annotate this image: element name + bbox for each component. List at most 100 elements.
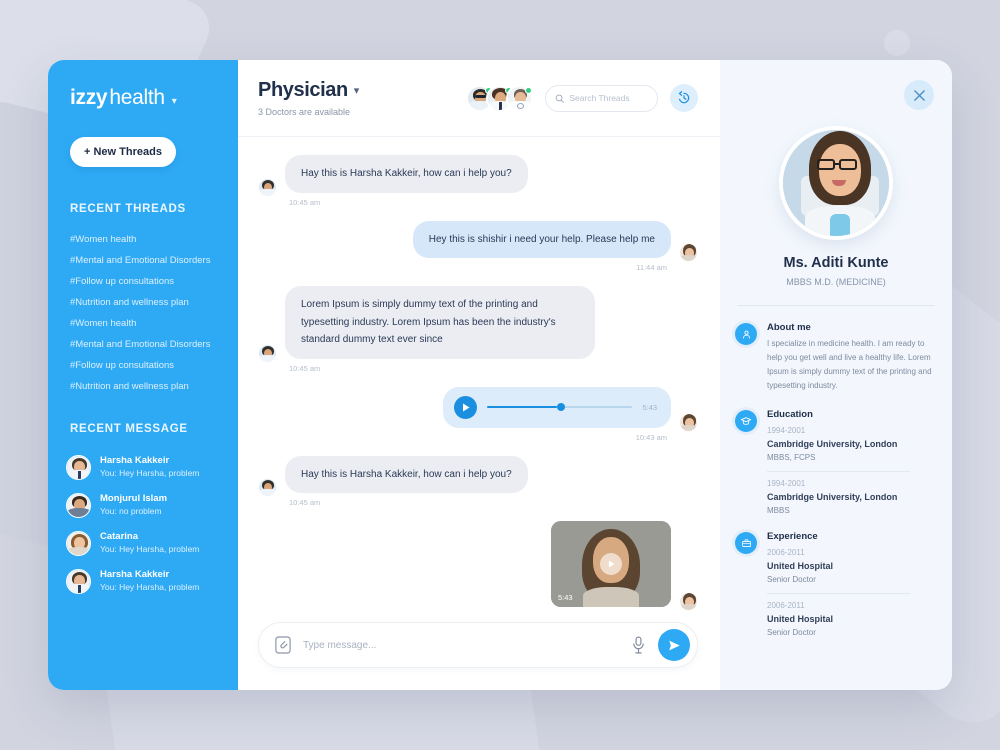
thread-item[interactable]: #Mental and Emotional Disorders <box>70 334 216 355</box>
history-clock-icon <box>678 91 690 104</box>
contact-name: Harsha Kakkeir <box>100 569 170 581</box>
experience-entry: 2006-2011 United Hospital Senior Doctor <box>767 601 936 637</box>
thread-item[interactable]: #Mental and Emotional Disorders <box>70 250 216 271</box>
message-timestamp: 10:45 am <box>289 498 321 507</box>
recent-threads-heading: RECENT THREADS <box>70 203 186 215</box>
divider <box>767 593 910 594</box>
experience-entry: 2006-2011 United Hospital Senior Doctor <box>767 548 936 584</box>
thread-item[interactable]: #Follow up consultations <box>70 355 216 376</box>
entry-organization: Cambridge University, London <box>767 439 898 449</box>
recent-threads-list: #Women health #Mental and Emotional Diso… <box>70 229 216 397</box>
avatar <box>679 243 698 262</box>
thread-item[interactable]: #Women health <box>70 313 216 334</box>
list-item[interactable]: Harsha Kakkeir You: Hey Harsha, problem <box>66 449 220 487</box>
entry-years: 2006-2011 <box>767 601 805 610</box>
avatar <box>258 343 277 363</box>
slider-knob[interactable] <box>556 403 565 411</box>
doctor-profile-panel: Ms. Aditi Kunte MBBS M.D. (MEDICINE) Abo… <box>720 60 952 690</box>
play-icon <box>462 403 469 411</box>
avatar <box>66 493 91 518</box>
profile-name: Ms. Aditi Kunte <box>783 255 889 271</box>
online-doctors-stack <box>466 84 533 112</box>
chat-row: Hay this is Harsha Kakkeir, how can i he… <box>258 155 698 217</box>
chevron-down-icon[interactable]: ▾ <box>354 84 360 97</box>
brand-name-part2: health <box>109 86 165 109</box>
profile-degree: MBBS M.D. (MEDICINE) <box>786 277 886 287</box>
entry-years: 1994-2001 <box>767 426 806 435</box>
chat-bubble: Hay this is Harsha Kakkeir, how can i he… <box>285 155 528 193</box>
list-item[interactable]: Monjurul Islam You: no problem <box>66 487 220 525</box>
chat-bubble: Hey this is shishir i need your help. Pl… <box>412 220 671 258</box>
avatar <box>258 177 277 197</box>
education-entry: 1994-2001 Cambridge University, London M… <box>767 479 936 515</box>
list-item[interactable]: Harsha Kakkeir You: Hey Harsha, problem <box>66 563 220 601</box>
profile-section-experience: Experience 2006-2011 United Hospital Sen… <box>720 515 952 637</box>
avatar <box>66 569 91 594</box>
avatar <box>679 592 698 611</box>
send-paper-plane-icon <box>668 640 680 650</box>
doctor-avatar[interactable] <box>506 84 533 112</box>
avatar <box>258 478 277 497</box>
section-title: Education <box>767 409 813 420</box>
message-timestamp: 11:44 am <box>636 263 667 272</box>
new-threads-button[interactable]: + New Threads <box>70 137 176 167</box>
composer-area <box>238 612 720 690</box>
message-preview: You: Hey Harsha, problem <box>100 581 200 592</box>
chat-row: Lorem Ipsum is simply dummy text of the … <box>258 286 698 383</box>
entry-role: MBBS, FCPS <box>767 453 816 462</box>
page-title[interactable]: Physician ▾ <box>258 79 359 102</box>
search-threads-box[interactable] <box>545 84 658 112</box>
section-title: Experience <box>767 531 818 542</box>
recent-message-heading: RECENT MESSAGE <box>70 423 188 435</box>
message-composer <box>258 622 698 668</box>
audio-message[interactable]: 5:43 <box>443 386 671 428</box>
profile-avatar <box>779 126 893 240</box>
message-preview: You: Hey Harsha, problem <box>100 543 200 554</box>
contact-name: Catarina <box>100 531 139 543</box>
play-icon <box>608 560 615 568</box>
message-timestamp: 10:43 am <box>635 432 667 442</box>
chat-row: 5:43 10:43 am <box>258 521 698 612</box>
doctors-available-status: 3 Doctors are available <box>258 107 351 117</box>
profile-section-education: Education 1994-2001 Cambridge University… <box>720 393 952 515</box>
message-preview: You: Hey Harsha, problem <box>100 467 200 478</box>
entry-years: 2006-2011 <box>767 548 805 557</box>
message-preview: You: no problem <box>100 505 162 516</box>
microphone-icon[interactable] <box>631 635 646 655</box>
video-message[interactable]: 5:43 <box>551 521 671 607</box>
send-button[interactable] <box>658 629 690 661</box>
history-button[interactable] <box>670 84 698 112</box>
bg-circle-accent <box>884 30 910 56</box>
message-input[interactable] <box>303 639 619 651</box>
education-entry: 1994-2001 Cambridge University, London M… <box>767 426 936 462</box>
thread-item[interactable]: #Nutrition and wellness plan <box>70 292 216 313</box>
audio-duration: 5:43 <box>642 402 657 412</box>
close-profile-button[interactable] <box>904 80 934 110</box>
list-item[interactable]: Catarina You: Hey Harsha, problem <box>66 525 220 563</box>
chat-header: Physician ▾ 3 Doctors are available <box>238 60 720 137</box>
brand-logo[interactable]: izzy health ▾ <box>48 86 238 110</box>
contact-name: Monjurul Islam <box>100 493 168 505</box>
avatar <box>679 412 698 432</box>
entry-organization: United Hospital <box>767 561 834 571</box>
section-title: About me <box>767 322 811 333</box>
message-timestamp: 10:45 am <box>289 197 321 207</box>
thread-item[interactable]: #Follow up consultations <box>70 271 216 292</box>
attachment-file-icon[interactable] <box>275 636 291 654</box>
audio-progress-slider[interactable] <box>487 402 633 412</box>
play-button[interactable] <box>600 553 622 575</box>
thread-item[interactable]: #Women health <box>70 229 216 250</box>
graduation-cap-icon <box>735 410 757 432</box>
chat-panel: Physician ▾ 3 Doctors are available Sear… <box>238 60 720 690</box>
briefcase-icon <box>735 532 757 554</box>
section-text: I specialize in medicine health. I am re… <box>767 339 932 390</box>
thread-item[interactable]: #Nutrition and wellness plan <box>70 376 216 397</box>
entry-years: 1994-2001 <box>767 479 806 488</box>
entry-role: Senior Doctor <box>767 628 816 637</box>
chevron-down-icon[interactable]: ▾ <box>172 96 177 107</box>
close-icon <box>913 89 925 101</box>
play-button[interactable] <box>454 395 477 419</box>
chat-row: 5:43 10:43 am <box>258 386 698 452</box>
avatar <box>66 531 91 556</box>
search-input[interactable] <box>569 93 648 103</box>
